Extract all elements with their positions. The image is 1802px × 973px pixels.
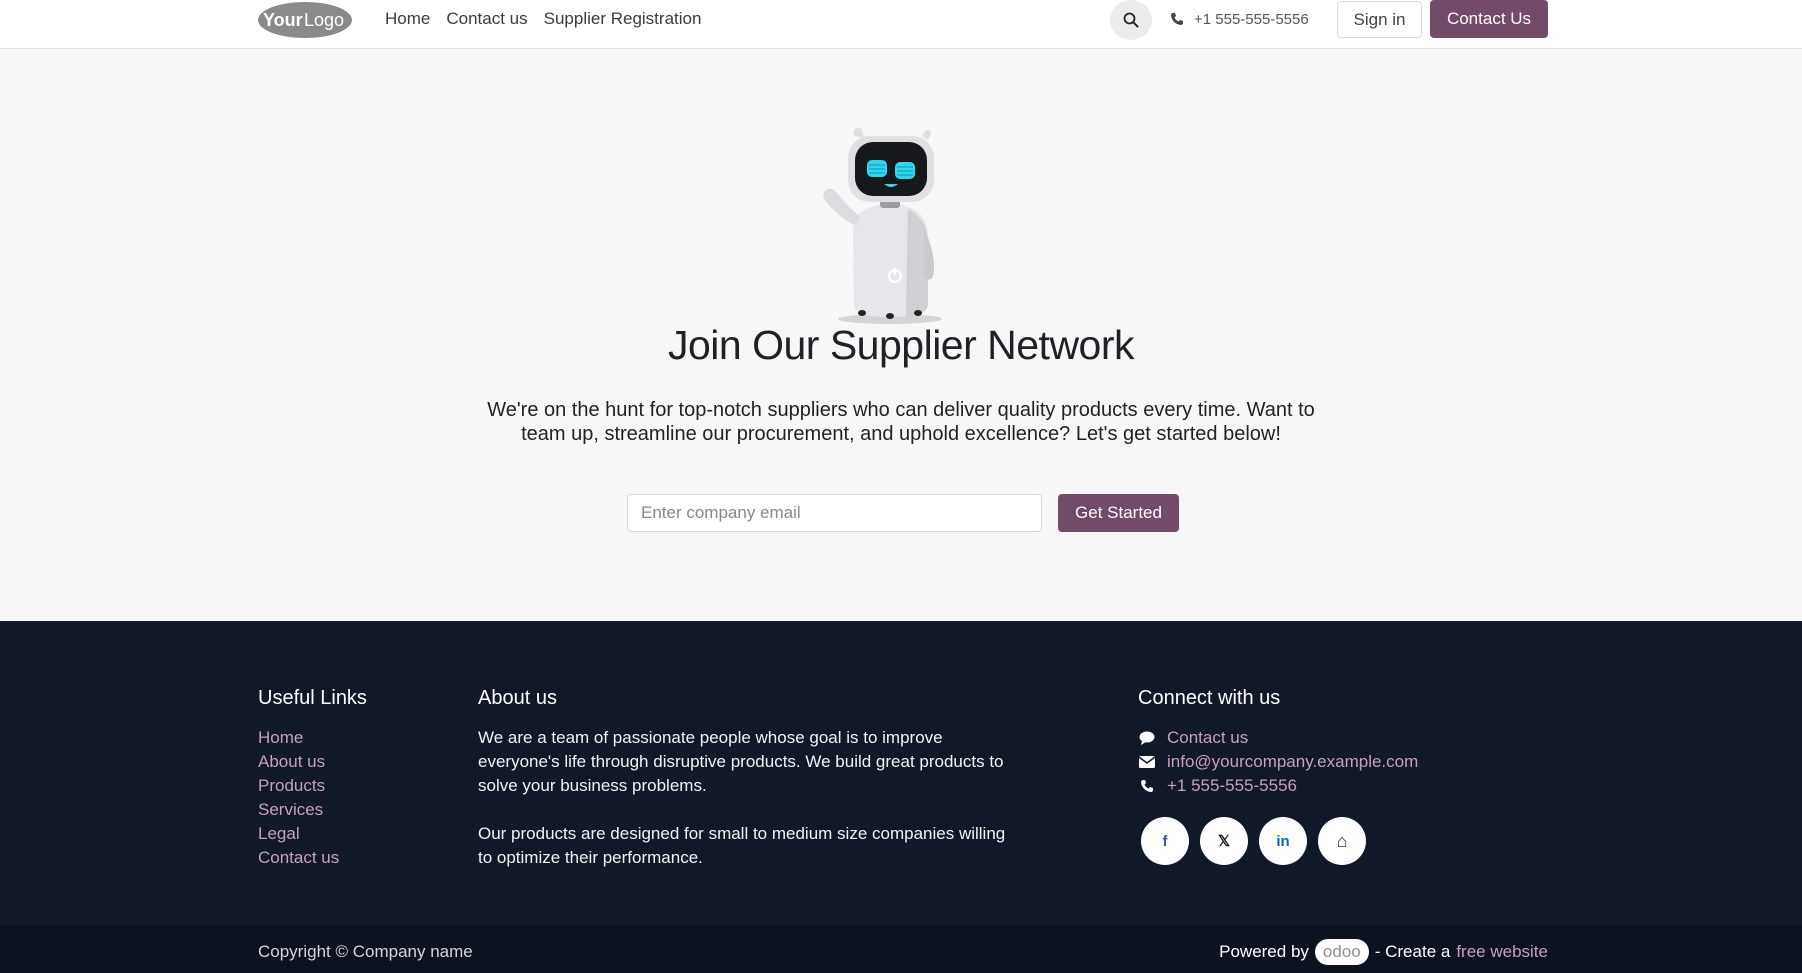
facebook-button[interactable]: f: [1141, 817, 1189, 865]
connect-phone-link[interactable]: +1 555-555-5556: [1167, 774, 1297, 798]
about-us-paragraph-2: Our products are designed for small to m…: [478, 824, 1006, 867]
company-logo[interactable]: Your Logo: [257, 0, 354, 39]
odoo-logo[interactable]: odoo: [1314, 939, 1369, 965]
about-us-heading: About us: [478, 687, 557, 709]
create-a-label: - Create a: [1374, 942, 1451, 961]
social-links: f 𝕏 in ⌂: [1141, 817, 1366, 865]
header-phone-number: +1 555-555-5556: [1194, 10, 1309, 28]
footer-link-products[interactable]: Products: [258, 774, 339, 798]
connect-contact-item[interactable]: Contact us: [1138, 726, 1418, 750]
footer-link-contact-us[interactable]: Contact us: [258, 846, 339, 870]
free-website-link[interactable]: free website: [1456, 942, 1548, 962]
site-header: Your Logo Home Contact us Supplier Regis…: [0, 0, 1802, 49]
linkedin-button[interactable]: in: [1259, 817, 1307, 865]
contact-us-button[interactable]: Contact Us: [1430, 0, 1548, 38]
nav-home[interactable]: Home: [385, 9, 430, 29]
home-button[interactable]: ⌂: [1318, 817, 1366, 865]
robot-illustration: [823, 127, 942, 324]
search-icon: [1123, 12, 1139, 28]
connect-phone-item[interactable]: +1 555-555-5556: [1138, 774, 1418, 798]
connect-email-item[interactable]: info@yourcompany.example.com: [1138, 750, 1418, 774]
linkedin-icon: in: [1276, 832, 1290, 850]
x-twitter-icon: 𝕏: [1217, 833, 1231, 850]
envelope-icon: [1138, 756, 1155, 768]
hero-description: We're on the hunt for top-notch supplier…: [487, 399, 1315, 445]
nav-contact-us[interactable]: Contact us: [446, 9, 527, 29]
connect-heading: Connect with us: [1138, 687, 1281, 709]
comment-icon: [1138, 731, 1155, 745]
main-nav: Home Contact us Supplier Registration: [385, 0, 701, 38]
footer-link-legal[interactable]: Legal: [258, 822, 339, 846]
header-phone[interactable]: +1 555-555-5556: [1170, 0, 1309, 38]
facebook-icon: f: [1162, 832, 1168, 850]
footer-link-home[interactable]: Home: [258, 726, 339, 750]
search-button[interactable]: [1110, 0, 1152, 40]
phone-icon: [1171, 13, 1183, 25]
useful-links-list: Home About us Products Services Legal Co…: [258, 726, 339, 870]
site-footer: Useful Links Home About us Products Serv…: [0, 621, 1802, 973]
x-twitter-button[interactable]: 𝕏: [1200, 817, 1248, 865]
copyright-text: Copyright © Company name: [258, 942, 473, 961]
connect-email-link[interactable]: info@yourcompany.example.com: [1167, 750, 1418, 774]
copyright-bar: Copyright © Company name Powered by odoo…: [0, 925, 1802, 973]
footer-link-about-us[interactable]: About us: [258, 750, 339, 774]
nav-supplier-registration[interactable]: Supplier Registration: [544, 9, 702, 29]
footer-link-services[interactable]: Services: [258, 798, 339, 822]
svg-text:Logo: Logo: [304, 10, 344, 30]
get-started-button[interactable]: Get Started: [1058, 494, 1179, 532]
connect-list: Contact us info@yourcompany.example.com …: [1138, 726, 1418, 798]
sign-in-button[interactable]: Sign in: [1337, 1, 1422, 38]
svg-text:Your: Your: [263, 10, 303, 30]
powered-by: Powered by odoo - Create a free website: [1219, 939, 1548, 965]
home-icon: ⌂: [1336, 830, 1348, 851]
powered-by-label: Powered by: [1219, 942, 1309, 961]
company-email-input[interactable]: [627, 494, 1042, 532]
page-title: Join Our Supplier Network: [667, 322, 1135, 368]
useful-links-heading: Useful Links: [258, 687, 367, 709]
about-us-paragraph-1: We are a team of passionate people whose…: [478, 728, 1004, 795]
phone-icon: [1138, 779, 1155, 793]
connect-contact-link[interactable]: Contact us: [1167, 726, 1248, 750]
